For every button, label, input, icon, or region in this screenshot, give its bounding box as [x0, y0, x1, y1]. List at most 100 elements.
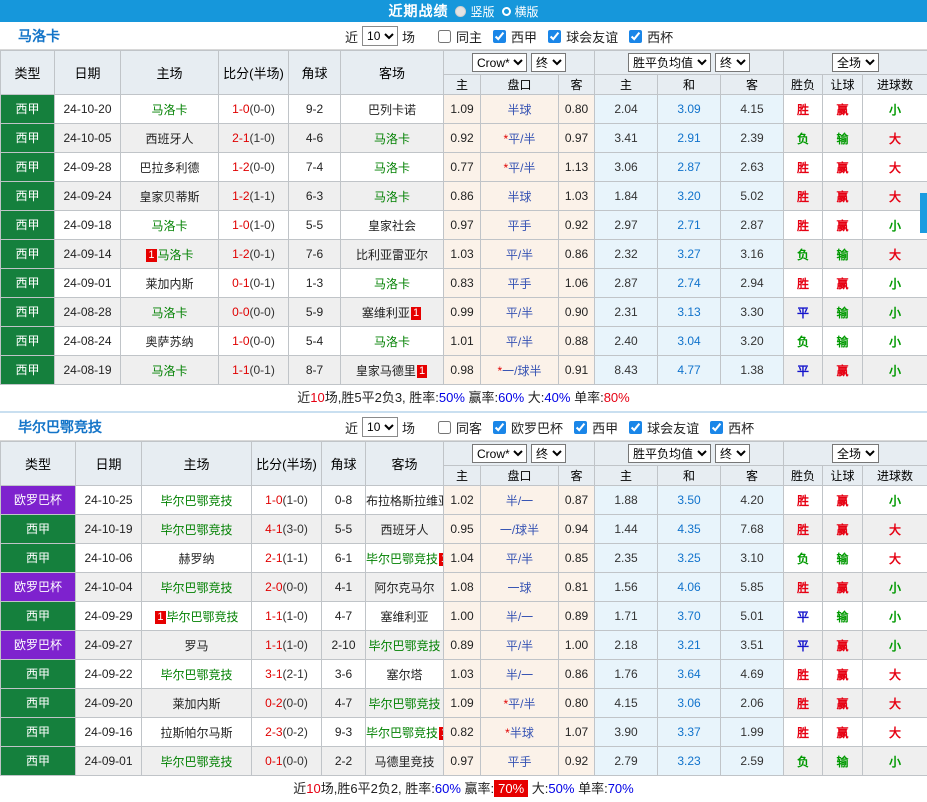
layout-horizontal-option[interactable]: 横版: [502, 3, 539, 20]
goals-result-cell: 小: [863, 747, 927, 776]
fulltime-score: 2-1: [265, 551, 282, 565]
handicap-result-cell: 赢: [823, 573, 863, 602]
halftime-score: (0-0): [250, 305, 275, 319]
date-cell: 24-08-19: [55, 356, 121, 385]
score-cell: 1-0(1-0): [219, 211, 289, 240]
europe-home-odds-cell: 1.84: [595, 182, 658, 211]
company-select[interactable]: Crow*: [472, 444, 527, 463]
filter-checkbox-3[interactable]: [629, 421, 642, 434]
team-name-text: 巴列卡诺: [368, 103, 416, 117]
scope-select[interactable]: 全场: [832, 444, 879, 463]
home-team-cell: 马洛卡: [121, 356, 219, 385]
league-type-cell: 欧罗巴杯: [1, 573, 76, 602]
handicap-text: 半球: [507, 190, 531, 204]
handicap-final-select[interactable]: 终: [531, 53, 566, 72]
handicap-away-odds-cell: 0.92: [559, 747, 595, 776]
sub-header-0: 主: [444, 466, 481, 486]
europe-away-odds-cell: 1.99: [721, 718, 784, 747]
col-header-3: 比分(半场): [219, 51, 289, 95]
filter-checkbox-1[interactable]: [493, 30, 506, 43]
handicap-final-select[interactable]: 终: [531, 444, 566, 463]
summary-segment-8: 单率:: [570, 390, 603, 405]
handicap-away-odds-cell: 1.06: [559, 269, 595, 298]
league-type-cell: 西甲: [1, 182, 55, 211]
handicap-away-odds-cell: 1.07: [559, 718, 595, 747]
league-type-cell: 西甲: [1, 269, 55, 298]
home-team-cell: 1马洛卡: [121, 240, 219, 269]
europe-draw-odds-cell: 3.20: [658, 182, 721, 211]
score-cell: 2-1(1-1): [252, 544, 322, 573]
summary-segment-9: 70%: [608, 781, 634, 796]
europe-home-odds-cell: 3.06: [595, 153, 658, 182]
handicap-text: 平/半: [506, 248, 533, 262]
goals-result-cell: 大: [863, 153, 927, 182]
europe-home-odds-cell: 2.04: [595, 95, 658, 124]
league-type-cell: 欧罗巴杯: [1, 486, 76, 515]
europe-home-odds-cell: 2.35: [595, 544, 658, 573]
handicap-line-cell: *半球: [481, 718, 559, 747]
sections-container: 马洛卡近10场同主西甲球会友谊西杯类型日期主场比分(半场)角球客场Crow*终胜…: [0, 22, 927, 802]
handicap-line-cell: 半球: [481, 182, 559, 211]
results-table: 类型日期主场比分(半场)角球客场Crow*终胜平负均值终全场主盘口客主和客胜负让…: [0, 50, 927, 385]
match-count-select[interactable]: 10: [362, 26, 398, 46]
europe-odds-select[interactable]: 胜平负均值: [628, 53, 711, 72]
layout-vertical-option[interactable]: 竖版: [455, 3, 494, 20]
sub-header-8: 进球数: [863, 75, 927, 95]
team-name-text: 毕尔巴鄂竞技: [160, 581, 232, 595]
handicap-text: 半球: [507, 103, 531, 117]
filter-checkbox-1[interactable]: [493, 421, 506, 434]
team-name-title: 马洛卡: [18, 26, 60, 46]
scope-select[interactable]: 全场: [832, 53, 879, 72]
winloss-cell: 负: [784, 124, 823, 153]
handicap-text: 一/球半: [502, 364, 541, 378]
col-header-2: 主场: [121, 51, 219, 95]
filter-checkbox-4[interactable]: [710, 421, 723, 434]
company-select[interactable]: Crow*: [472, 53, 527, 72]
filter-checkbox-0[interactable]: [438, 30, 451, 43]
europe-odds-select[interactable]: 胜平负均值: [628, 444, 711, 463]
handicap-result-cell: 赢: [823, 269, 863, 298]
team-name-text: 西班牙人: [145, 132, 193, 146]
handicap-result-cell: 赢: [823, 660, 863, 689]
filter-checkbox-2[interactable]: [548, 30, 561, 43]
handicap-line-cell: 平/半: [481, 544, 559, 573]
europe-draw-odds-cell: 3.21: [658, 631, 721, 660]
handicap-line-cell: 平/半: [481, 298, 559, 327]
match-count-select[interactable]: 10: [362, 417, 398, 437]
europe-final-select[interactable]: 终: [715, 444, 750, 463]
filter-checkbox-2[interactable]: [574, 421, 587, 434]
away-team-cell: 阿尔克马尔: [366, 573, 444, 602]
score-cell: 0-1(0-1): [219, 269, 289, 298]
away-team-cell: 毕尔巴鄂竞技: [366, 689, 444, 718]
handicap-line-cell: *平/半: [481, 689, 559, 718]
goals-result-cell: 小: [863, 486, 927, 515]
away-team-cell: 马洛卡: [341, 327, 444, 356]
handicap-text: 一球: [507, 581, 531, 595]
team-name-text: 拉斯帕尔马斯: [160, 726, 232, 740]
europe-final-select[interactable]: 终: [715, 53, 750, 72]
summary-segment-1: 10: [306, 781, 320, 796]
summary-segment-6: 大:: [528, 781, 548, 796]
sub-header-8: 进球数: [863, 466, 927, 486]
fulltime-score: 2-0: [265, 580, 282, 594]
handicap-line-cell: 一/球半: [481, 515, 559, 544]
team-name-text: 毕尔巴鄂竞技: [160, 523, 232, 537]
scrollbar-thumb[interactable]: [920, 193, 927, 233]
handicap-result-cell: 输: [823, 240, 863, 269]
europe-home-odds-cell: 4.15: [595, 689, 658, 718]
europe-draw-odds-cell: 4.06: [658, 573, 721, 602]
filter-checkbox-3[interactable]: [629, 30, 642, 43]
handicap-home-odds-cell: 0.86: [444, 182, 481, 211]
handicap-result-cell: 赢: [823, 718, 863, 747]
sub-header-6: 胜负: [784, 75, 823, 95]
summary-segment-3: 60%: [435, 781, 461, 796]
summary-segment-5: 60%: [498, 390, 524, 405]
corner-cell: 4-1: [322, 573, 366, 602]
europe-away-odds-cell: 4.20: [721, 486, 784, 515]
red-card-badge: 1: [146, 249, 156, 262]
winloss-cell: 平: [784, 602, 823, 631]
sub-header-4: 和: [658, 75, 721, 95]
filter-checkbox-label-1: 欧罗巴杯: [511, 418, 563, 437]
filter-checkbox-0[interactable]: [438, 421, 451, 434]
home-team-cell: 罗马: [142, 631, 252, 660]
